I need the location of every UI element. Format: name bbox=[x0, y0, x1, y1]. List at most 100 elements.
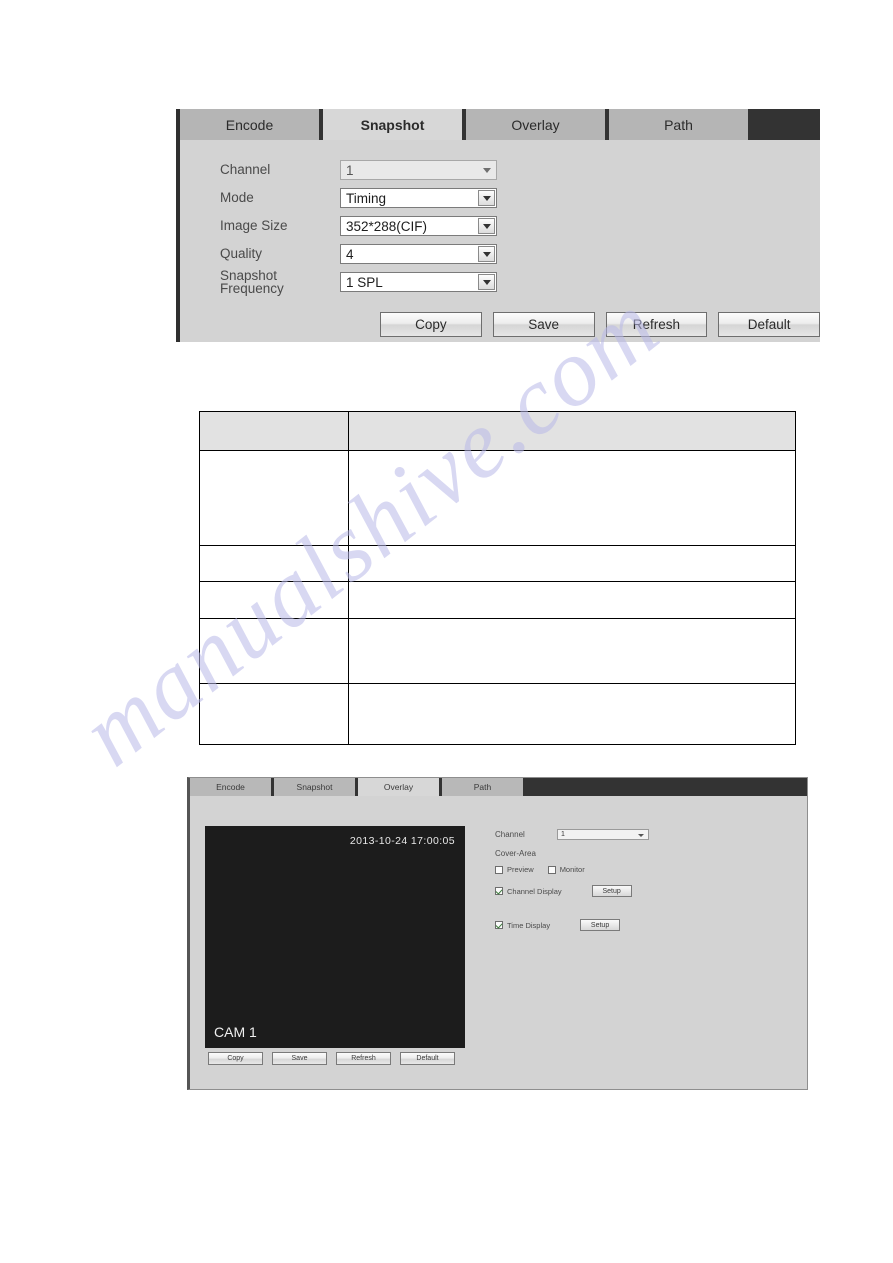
table-cell-parameter bbox=[199, 618, 349, 684]
mode-label: Mode bbox=[220, 190, 254, 206]
overlay-refresh-button[interactable]: Refresh bbox=[336, 1052, 391, 1065]
overlay-tab-bar: Encode Snapshot Overlay Path bbox=[190, 778, 807, 796]
default-button[interactable]: Default bbox=[718, 312, 820, 337]
channel-select-value: 1 bbox=[346, 162, 354, 178]
time-display-row: Time Display Setup bbox=[495, 919, 795, 931]
table-cell-parameter bbox=[199, 545, 349, 582]
overlay-channel-select[interactable]: 1 bbox=[557, 829, 649, 840]
table-cell-description bbox=[348, 683, 796, 745]
chevron-down-icon bbox=[478, 190, 495, 206]
mode-select[interactable]: Timing bbox=[340, 188, 497, 208]
overlay-body: 2013-10-24 17:00:05 CAM 1 Channel 1 Cove… bbox=[190, 796, 807, 1091]
overlay-default-button[interactable]: Default bbox=[400, 1052, 455, 1065]
field-row-quality: Quality 4 bbox=[220, 240, 820, 268]
table-cell-description bbox=[348, 450, 796, 546]
save-button[interactable]: Save bbox=[492, 312, 595, 337]
field-row-channel: Channel 1 bbox=[220, 156, 820, 184]
mode-select-value: Timing bbox=[346, 190, 387, 206]
snapshot-form: Channel 1 Mode Timing Image Size 352*288… bbox=[180, 140, 820, 337]
overlay-tab-bar-filler bbox=[526, 778, 807, 796]
overlay-tab-overlay-label: Overlay bbox=[383, 782, 414, 792]
monitor-checkbox-label: Monitor bbox=[559, 865, 585, 874]
tab-path[interactable]: Path bbox=[609, 109, 752, 140]
table-header-cell-parameter bbox=[199, 411, 349, 451]
table-cell-parameter bbox=[199, 450, 349, 546]
overlay-tab-path[interactable]: Path bbox=[442, 778, 526, 796]
tab-bar-filler bbox=[752, 109, 820, 140]
channel-select[interactable]: 1 bbox=[340, 160, 497, 180]
cover-area-title: Cover-Area bbox=[495, 849, 536, 858]
chevron-down-icon bbox=[638, 834, 644, 837]
table-cell-description bbox=[348, 581, 796, 619]
field-row-snapshot-frequency: Snapshot Frequency 1 SPL bbox=[220, 268, 820, 296]
chevron-down-icon bbox=[478, 246, 495, 262]
overlay-channel-row: Channel 1 bbox=[495, 829, 795, 840]
preview-checkbox-label: Preview bbox=[507, 865, 534, 874]
cover-area-checkbox-row: Preview Monitor bbox=[495, 865, 795, 874]
channel-display-row: Channel Display Setup bbox=[495, 885, 795, 897]
overlay-controls: Channel 1 Cover-Area Preview Monitor Cha… bbox=[495, 829, 795, 942]
overlay-tab-encode[interactable]: Encode bbox=[190, 778, 274, 796]
preview-checkbox[interactable] bbox=[495, 865, 503, 874]
overlay-tab-path-label: Path bbox=[473, 782, 492, 792]
table-cell-description bbox=[348, 545, 796, 582]
snapshot-frequency-select-value: 1 SPL bbox=[346, 274, 383, 290]
overlay-tab-encode-label: Encode bbox=[216, 782, 245, 792]
table-header-row bbox=[199, 411, 796, 451]
video-preview[interactable]: 2013-10-24 17:00:05 CAM 1 bbox=[205, 826, 465, 1048]
quality-label: Quality bbox=[220, 246, 263, 262]
overlay-action-button-row: Copy Save Refresh Default bbox=[208, 1052, 455, 1065]
table-cell-description bbox=[348, 618, 796, 684]
tab-path-label: Path bbox=[664, 116, 693, 133]
channel-label: Channel bbox=[220, 162, 271, 178]
overlay-copy-button[interactable]: Copy bbox=[208, 1052, 263, 1065]
channel-display-setup-button[interactable]: Setup bbox=[591, 885, 632, 897]
overlay-tab-overlay[interactable]: Overlay bbox=[358, 778, 442, 796]
snapshot-frequency-label: Snapshot Frequency bbox=[220, 267, 284, 296]
time-display-label: Time Display bbox=[507, 920, 551, 930]
overlay-save-button[interactable]: Save bbox=[272, 1052, 327, 1065]
table-row bbox=[199, 683, 796, 745]
video-timestamp: 2013-10-24 17:00:05 bbox=[349, 835, 455, 847]
table-cell-parameter bbox=[199, 683, 349, 745]
chevron-down-icon bbox=[478, 218, 495, 234]
quality-select[interactable]: 4 bbox=[340, 244, 497, 264]
snapshot-frequency-select[interactable]: 1 SPL bbox=[340, 272, 497, 292]
table-row bbox=[199, 450, 796, 546]
field-row-mode: Mode Timing bbox=[220, 184, 820, 212]
overlay-tab-snapshot[interactable]: Snapshot bbox=[274, 778, 358, 796]
chevron-down-icon bbox=[478, 162, 495, 178]
copy-button[interactable]: Copy bbox=[380, 312, 482, 337]
refresh-button[interactable]: Refresh bbox=[605, 312, 708, 337]
channel-display-checkbox[interactable] bbox=[495, 887, 503, 895]
overlay-channel-label: Channel bbox=[495, 830, 525, 839]
tab-overlay[interactable]: Overlay bbox=[466, 109, 609, 140]
table-cell-parameter bbox=[199, 581, 349, 619]
parameter-description-table bbox=[199, 411, 796, 745]
table-row bbox=[199, 545, 796, 582]
quality-select-value: 4 bbox=[346, 246, 354, 262]
image-size-select[interactable]: 352*288(CIF) bbox=[340, 216, 497, 236]
time-display-checkbox[interactable] bbox=[495, 921, 503, 929]
snapshot-settings-panel: Encode Snapshot Overlay Path Channel 1 M… bbox=[176, 109, 820, 342]
table-row bbox=[199, 618, 796, 684]
action-button-row: Copy Save Refresh Default bbox=[380, 312, 820, 337]
tab-snapshot-label: Snapshot bbox=[360, 116, 425, 133]
overlay-channel-select-value: 1 bbox=[561, 831, 565, 838]
overlay-tab-snapshot-label: Snapshot bbox=[296, 782, 333, 792]
tab-encode-label: Encode bbox=[225, 116, 274, 133]
tab-snapshot[interactable]: Snapshot bbox=[323, 109, 466, 140]
tab-encode[interactable]: Encode bbox=[180, 109, 323, 140]
overlay-settings-panel: Encode Snapshot Overlay Path 2013-10-24 … bbox=[187, 777, 808, 1090]
field-row-image-size: Image Size 352*288(CIF) bbox=[220, 212, 820, 240]
channel-display-label: Channel Display bbox=[507, 886, 562, 896]
chevron-down-icon bbox=[478, 274, 495, 290]
table-header-cell-description bbox=[348, 411, 796, 451]
table-row bbox=[199, 581, 796, 619]
image-size-select-value: 352*288(CIF) bbox=[346, 218, 428, 234]
time-display-setup-button[interactable]: Setup bbox=[580, 919, 621, 931]
monitor-checkbox[interactable] bbox=[547, 865, 556, 874]
tab-bar: Encode Snapshot Overlay Path bbox=[180, 109, 820, 140]
video-camera-label: CAM 1 bbox=[214, 1024, 257, 1040]
image-size-label: Image Size bbox=[220, 218, 288, 234]
